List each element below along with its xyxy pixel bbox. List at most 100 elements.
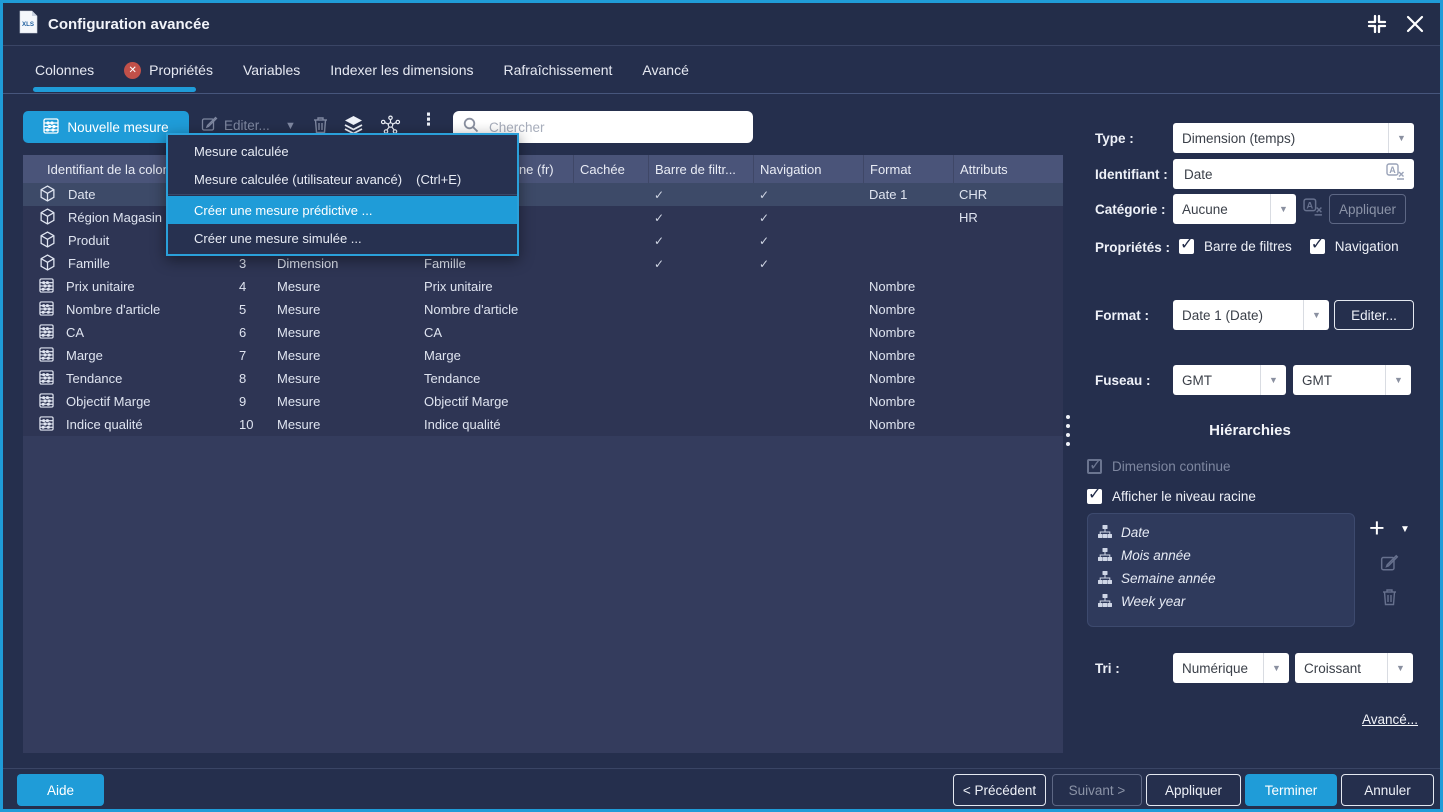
hierarchy-item[interactable]: Date bbox=[1098, 521, 1354, 544]
table-cell bbox=[648, 390, 753, 413]
hierarchy-item[interactable]: Mois année bbox=[1098, 544, 1354, 567]
more-options-kebab-icon[interactable]: ⋮ bbox=[420, 116, 437, 124]
tab-rafra-chissement[interactable]: Rafraîchissement bbox=[503, 62, 612, 78]
panel-splitter-handle[interactable] bbox=[1065, 415, 1071, 446]
finish-button[interactable]: Terminer bbox=[1245, 774, 1337, 806]
chevron-down-icon[interactable]: ▼ bbox=[1387, 653, 1413, 683]
new-measure-button[interactable]: Nouvelle mesure bbox=[23, 111, 189, 143]
translate-icon[interactable]: A bbox=[1386, 163, 1405, 186]
xls-file-icon: XLS bbox=[19, 10, 38, 39]
apply-category-button[interactable]: Appliquer bbox=[1329, 194, 1406, 224]
identifier-input[interactable] bbox=[1182, 166, 1386, 183]
table-row[interactable]: Nombre d'article5MesureNombre d'articleN… bbox=[23, 298, 1063, 321]
tab-indexer-les-dimensions[interactable]: Indexer les dimensions bbox=[330, 62, 473, 78]
menu-shortcut: (Ctrl+E) bbox=[416, 172, 461, 187]
next-button[interactable]: Suivant > bbox=[1052, 774, 1142, 806]
edit-dropdown-caret-icon[interactable]: ▼ bbox=[285, 120, 296, 132]
menu-item-cr-er-une-mesure-pr-dictive[interactable]: Créer une mesure prédictive ... bbox=[168, 196, 517, 224]
column-header[interactable]: Cachée bbox=[573, 155, 648, 183]
navigation-checkbox-label: Navigation bbox=[1335, 239, 1399, 254]
menu-item-mesure-calcul-e[interactable]: Mesure calculée bbox=[168, 137, 517, 165]
table-cell: CA bbox=[23, 321, 233, 344]
table-cell bbox=[953, 413, 1063, 436]
menu-item-cr-er-une-mesure-simul-e[interactable]: Créer une mesure simulée ... bbox=[168, 224, 517, 252]
hierarchy-item[interactable]: Semaine année bbox=[1098, 567, 1354, 590]
table-cell bbox=[863, 252, 953, 275]
tab-avanc-[interactable]: Avancé bbox=[642, 62, 688, 78]
edit-hierarchy-icon[interactable] bbox=[1380, 553, 1399, 577]
abacus-icon bbox=[43, 118, 59, 137]
sort-order-dropdown[interactable]: Croissant ▼ bbox=[1295, 653, 1413, 683]
table-cell bbox=[863, 229, 953, 252]
table-cell bbox=[953, 229, 1063, 252]
table-cell bbox=[753, 298, 863, 321]
chevron-down-icon[interactable]: ▼ bbox=[1270, 194, 1296, 224]
delete-icon[interactable] bbox=[312, 115, 329, 134]
tab-propri-t-s[interactable]: ✕Propriétés bbox=[124, 62, 213, 79]
previous-button[interactable]: < Précédent bbox=[953, 774, 1046, 806]
table-row[interactable]: CA6MesureCANombre bbox=[23, 321, 1063, 344]
restore-window-icon[interactable] bbox=[1366, 13, 1388, 35]
tab-variables[interactable]: Variables bbox=[243, 62, 300, 78]
cluster-icon[interactable] bbox=[380, 115, 401, 135]
tab-colonnes[interactable]: Colonnes bbox=[35, 62, 94, 78]
apply-button[interactable]: Appliquer bbox=[1146, 774, 1241, 806]
chevron-down-icon[interactable]: ▼ bbox=[1263, 653, 1289, 683]
table-cell: ✓ bbox=[648, 229, 753, 252]
table-cell bbox=[953, 390, 1063, 413]
category-dropdown[interactable]: Aucune ▼ bbox=[1173, 194, 1296, 224]
table-cell: 10 bbox=[233, 413, 271, 436]
column-header[interactable]: Format bbox=[863, 155, 953, 183]
continuous-dimension-checkbox[interactable] bbox=[1087, 459, 1102, 474]
chevron-down-icon[interactable]: ▼ bbox=[1388, 123, 1414, 153]
timezone-dropdown-1[interactable]: GMT ▼ bbox=[1173, 365, 1286, 395]
show-root-level-row: Afficher le niveau racine bbox=[1087, 489, 1256, 504]
add-hierarchy-caret-icon[interactable]: ▼ bbox=[1400, 524, 1410, 535]
category-translate-icon[interactable]: A bbox=[1303, 198, 1323, 222]
cancel-button[interactable]: Annuler bbox=[1341, 774, 1434, 806]
chevron-down-icon[interactable]: ▼ bbox=[1260, 365, 1286, 395]
filter-bar-checkbox[interactable] bbox=[1179, 239, 1194, 254]
chevron-down-icon[interactable]: ▼ bbox=[1303, 300, 1329, 330]
table-row[interactable]: Prix unitaire4MesurePrix unitaireNombre bbox=[23, 275, 1063, 298]
table-row[interactable]: Objectif Marge9MesureObjectif MargeNombr… bbox=[23, 390, 1063, 413]
menu-item-mesure-calcul-e-utilisateur-avanc[interactable]: Mesure calculée (utilisateur avancé)(Ctr… bbox=[168, 165, 517, 193]
timezone-dropdown-2[interactable]: GMT ▼ bbox=[1293, 365, 1411, 395]
help-button[interactable]: Aide bbox=[17, 774, 104, 806]
tab-label: Propriétés bbox=[149, 62, 213, 78]
table-cell: Nombre d'article bbox=[23, 298, 233, 321]
edit-format-button[interactable]: Editer... bbox=[1334, 300, 1414, 330]
show-root-level-checkbox[interactable] bbox=[1087, 489, 1102, 504]
table-cell: Mesure bbox=[271, 344, 418, 367]
sort-order-value: Croissant bbox=[1295, 653, 1387, 683]
close-icon[interactable] bbox=[1406, 15, 1424, 33]
chevron-down-icon[interactable]: ▼ bbox=[1385, 365, 1411, 395]
add-hierarchy-icon[interactable]: + bbox=[1369, 515, 1385, 541]
type-value: Dimension (temps) bbox=[1173, 123, 1388, 153]
sort-type-dropdown[interactable]: Numérique ▼ bbox=[1173, 653, 1289, 683]
advanced-link[interactable]: Avancé... bbox=[1203, 712, 1418, 727]
format-dropdown[interactable]: Date 1 (Date) ▼ bbox=[1173, 300, 1329, 330]
column-header[interactable]: Attributs bbox=[953, 155, 1063, 183]
format-value: Date 1 (Date) bbox=[1173, 300, 1303, 330]
identifier-field-wrap: A bbox=[1173, 159, 1414, 189]
table-cell: Nombre bbox=[863, 275, 953, 298]
table-cell bbox=[648, 298, 753, 321]
measure-abacus-icon bbox=[39, 278, 54, 296]
hierarchy-item[interactable]: Week year bbox=[1098, 590, 1354, 613]
column-header[interactable]: Barre de filtr... bbox=[648, 155, 753, 183]
table-row[interactable]: Indice qualité10MesureIndice qualitéNomb… bbox=[23, 413, 1063, 436]
navigation-checkbox[interactable] bbox=[1310, 239, 1325, 254]
table-cell: CA bbox=[418, 321, 573, 344]
delete-hierarchy-icon[interactable] bbox=[1381, 587, 1398, 611]
table-row[interactable]: Tendance8MesureTendanceNombre bbox=[23, 367, 1063, 390]
table-cell: Nombre bbox=[863, 390, 953, 413]
type-dropdown[interactable]: Dimension (temps) ▼ bbox=[1173, 123, 1414, 153]
active-tab-underline bbox=[33, 87, 196, 92]
search-input[interactable] bbox=[487, 119, 743, 136]
continuous-dimension-label: Dimension continue bbox=[1112, 459, 1231, 474]
layers-icon[interactable] bbox=[343, 115, 364, 135]
table-row[interactable]: Marge7MesureMargeNombre bbox=[23, 344, 1063, 367]
edit-button[interactable]: Editer... bbox=[201, 115, 270, 135]
column-header[interactable]: Navigation bbox=[753, 155, 863, 183]
